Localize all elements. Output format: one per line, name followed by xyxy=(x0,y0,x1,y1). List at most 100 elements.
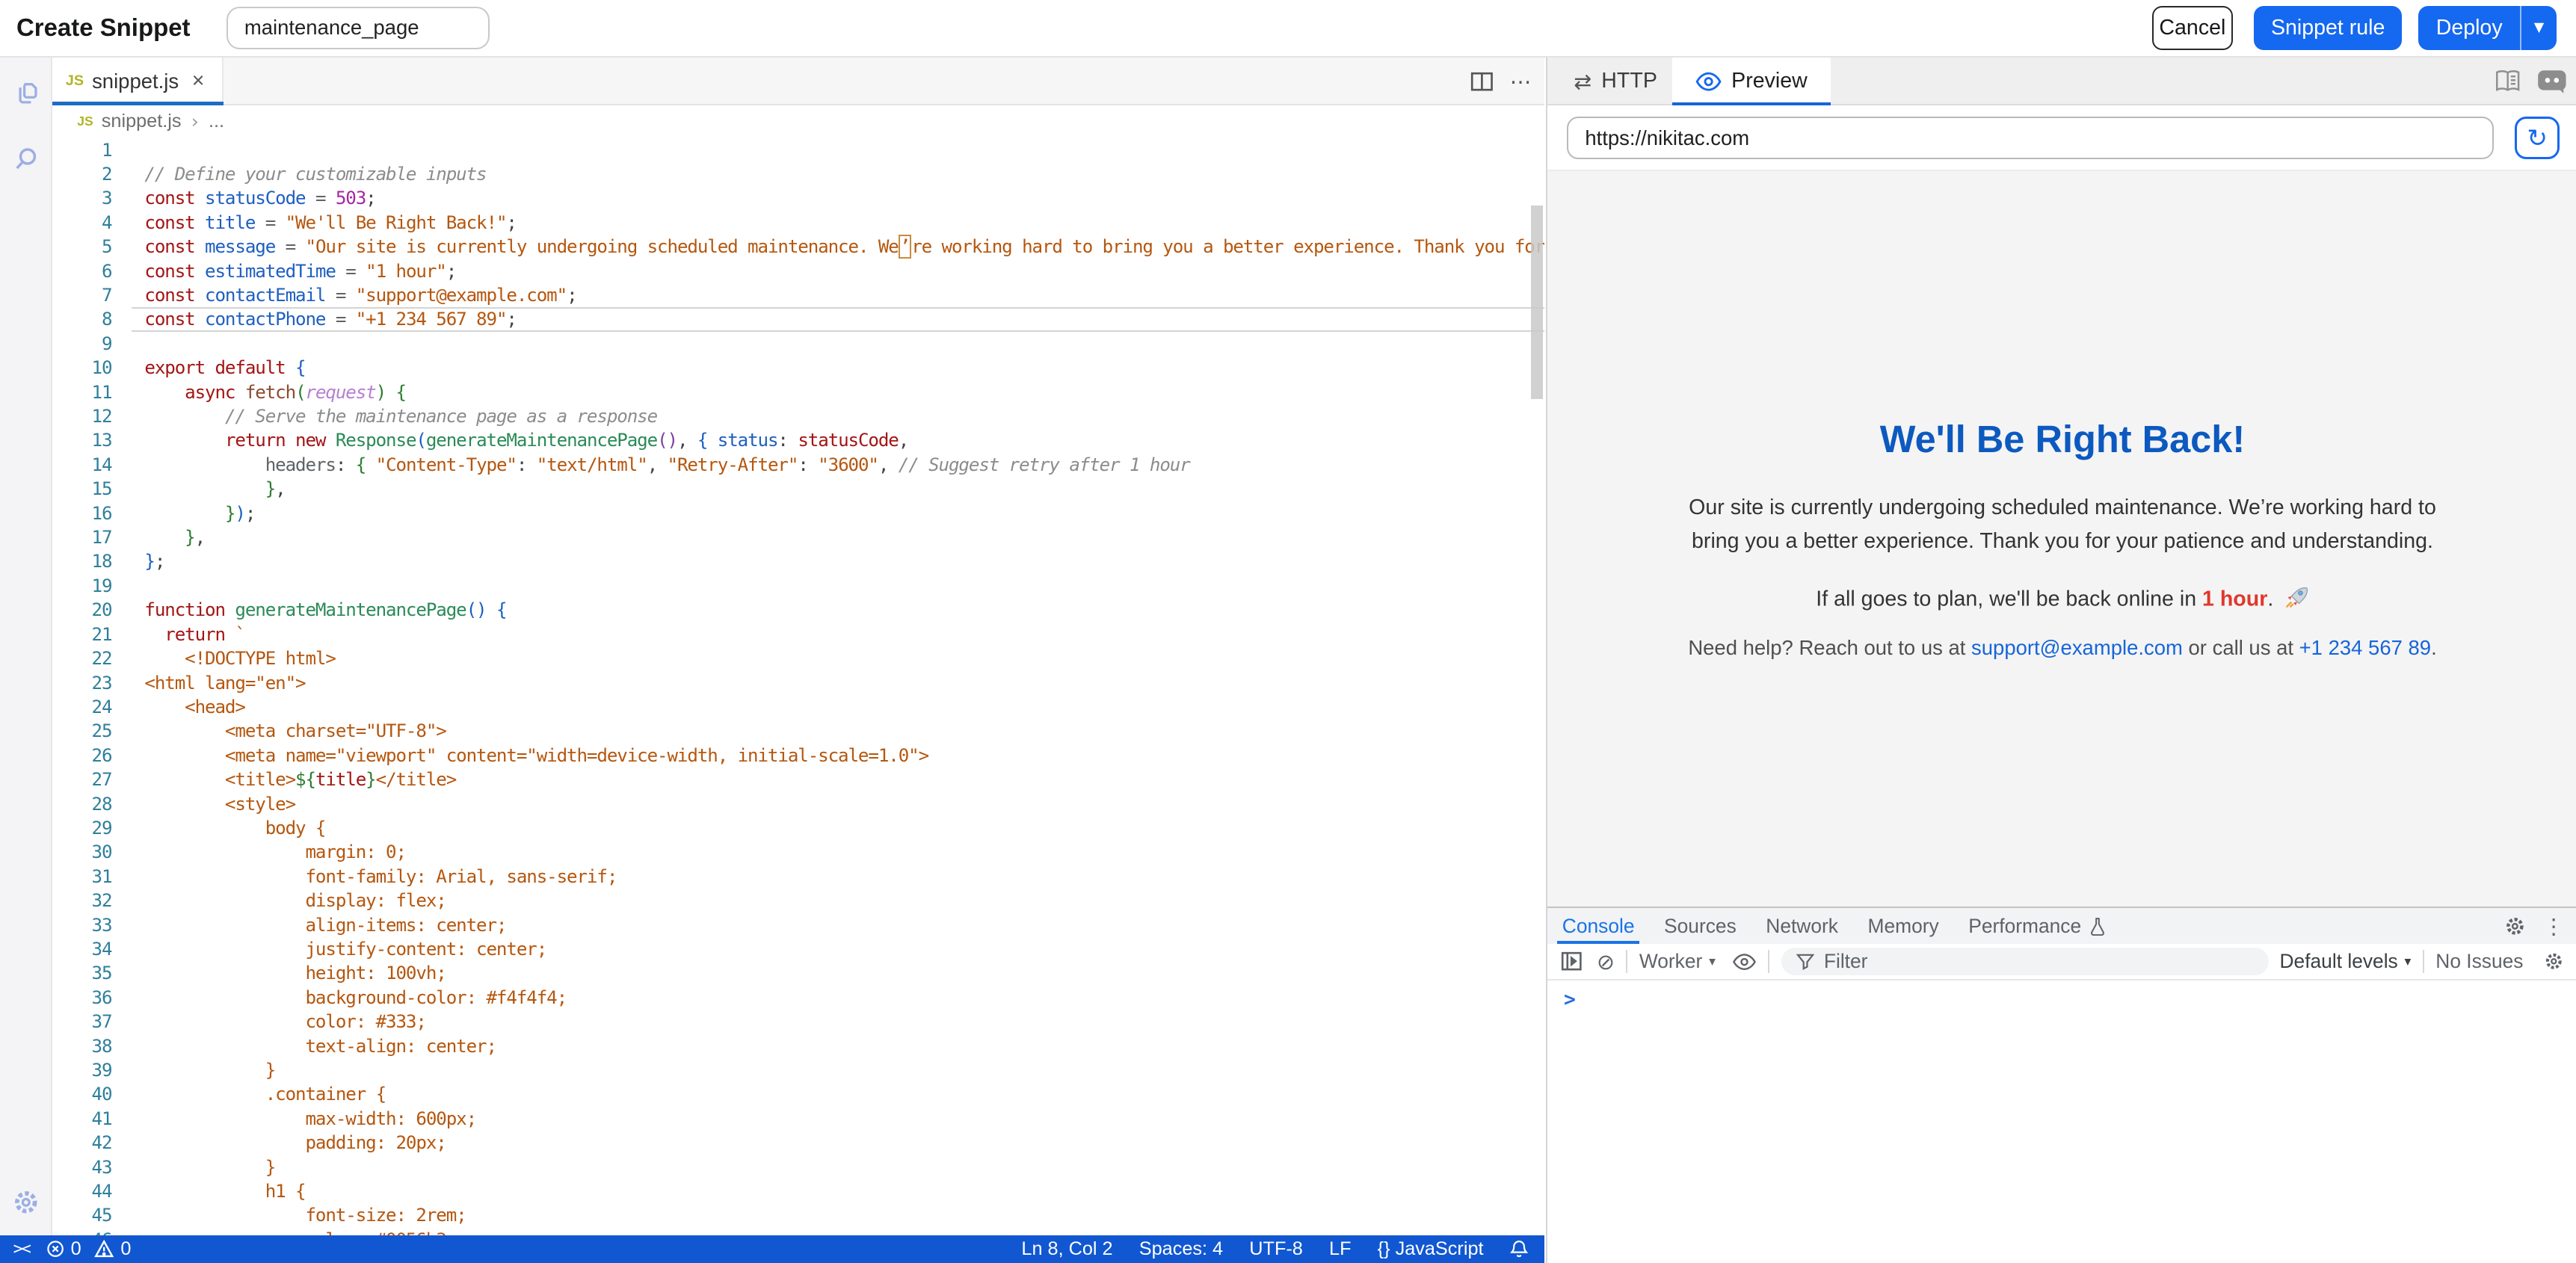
snippet-name-input[interactable] xyxy=(227,7,490,49)
eol-sequence[interactable]: LF xyxy=(1329,1238,1352,1260)
devtools-tab-console[interactable]: Console xyxy=(1547,908,1649,944)
code-editor[interactable]: 12// Define your customizable inputs3con… xyxy=(52,138,1544,1235)
code-line[interactable]: 36 background-color: #f4f4f4; xyxy=(52,986,1544,1010)
breadcrumb-symbol[interactable]: ... xyxy=(209,111,224,132)
breadcrumb-file[interactable]: snippet.js xyxy=(102,111,182,132)
code-line[interactable]: 30 margin: 0; xyxy=(52,840,1544,864)
code-line[interactable]: 5const message = "Our site is currently … xyxy=(52,235,1544,259)
code-line[interactable]: 25 <meta charset="UTF-8"> xyxy=(52,719,1544,743)
code-line[interactable]: 18}; xyxy=(52,549,1544,573)
code-line[interactable]: 41 max-width: 600px; xyxy=(52,1107,1544,1131)
code-line[interactable]: 44 h1 { xyxy=(52,1179,1544,1203)
code-line[interactable]: 21 return ` xyxy=(52,623,1544,646)
code-line[interactable]: 16 }); xyxy=(52,501,1544,525)
files-icon[interactable] xyxy=(11,78,41,108)
url-input[interactable] xyxy=(1567,117,2494,159)
code-line[interactable]: 35 height: 100vh; xyxy=(52,961,1544,985)
code-line[interactable]: 9 xyxy=(52,332,1544,356)
eye-icon xyxy=(1695,72,1722,91)
code-line[interactable]: 7const contactEmail = "support@example.c… xyxy=(52,283,1544,307)
close-tab-icon[interactable]: × xyxy=(192,70,205,92)
split-editor-icon[interactable] xyxy=(1470,72,1494,91)
docs-book-icon[interactable] xyxy=(2494,69,2521,93)
swap-arrows-icon: ⇄ xyxy=(1574,69,1591,94)
code-line[interactable]: 19 xyxy=(52,574,1544,598)
code-line[interactable]: 45 font-size: 2rem; xyxy=(52,1203,1544,1227)
devtools-tab-sources[interactable]: Sources xyxy=(1649,908,1751,944)
more-actions-icon[interactable]: ⋯ xyxy=(1510,69,1532,94)
code-line[interactable]: 23<html lang="en"> xyxy=(52,671,1544,695)
remote-indicator-icon[interactable]: >< xyxy=(13,1240,30,1259)
code-line[interactable]: 40 .container { xyxy=(52,1082,1544,1106)
code-line[interactable]: 3const statusCode = 503; xyxy=(52,186,1544,210)
tab-snippet-js[interactable]: JS snippet.js × xyxy=(52,58,224,105)
live-expression-eye-icon[interactable] xyxy=(1732,953,1757,971)
settings-gear-icon[interactable] xyxy=(11,1188,41,1217)
cancel-button[interactable]: Cancel xyxy=(2152,6,2233,50)
search-icon[interactable] xyxy=(11,144,41,174)
code-line[interactable]: 8const contactPhone = "+1 234 567 89"; xyxy=(52,307,1544,331)
code-line[interactable]: 24 <head> xyxy=(52,695,1544,719)
devtools-tab-memory[interactable]: Memory xyxy=(1853,908,1954,944)
code-line[interactable]: 38 text-align: center; xyxy=(52,1034,1544,1058)
cursor-position[interactable]: Ln 8, Col 2 xyxy=(1021,1238,1112,1260)
discord-icon[interactable] xyxy=(2536,68,2568,94)
breadcrumb[interactable]: JS snippet.js › ... xyxy=(52,105,1544,138)
notifications-bell-icon[interactable] xyxy=(1510,1239,1528,1259)
code-line[interactable]: 15 }, xyxy=(52,477,1544,501)
tab-preview[interactable]: Preview xyxy=(1672,58,1830,105)
code-line[interactable]: 26 <meta name="viewport" content="width=… xyxy=(52,744,1544,768)
code-line[interactable]: 13 return new Response(generateMaintenan… xyxy=(52,428,1544,452)
encoding[interactable]: UTF-8 xyxy=(1249,1238,1303,1260)
code-line[interactable]: 34 justify-content: center; xyxy=(52,937,1544,961)
code-line[interactable]: 42 padding: 20px; xyxy=(52,1131,1544,1155)
clear-console-icon[interactable]: ⊘ xyxy=(1597,949,1615,975)
code-line[interactable]: 4const title = "We'll Be Right Back!"; xyxy=(52,211,1544,235)
console-filter-input[interactable]: Filter xyxy=(1781,948,2270,975)
code-line[interactable]: 28 <style> xyxy=(52,792,1544,816)
code-line[interactable]: 39 } xyxy=(52,1058,1544,1082)
code-line[interactable]: 11 async fetch(request) { xyxy=(52,380,1544,404)
editor-scrollbar-thumb[interactable] xyxy=(1531,206,1542,399)
console-settings-gear-icon[interactable] xyxy=(2543,951,2565,972)
code-line[interactable]: 27 <title>${title}</title> xyxy=(52,768,1544,791)
tab-http[interactable]: ⇄ HTTP xyxy=(1550,58,1680,105)
snippet-rule-button[interactable]: Snippet rule xyxy=(2254,6,2402,50)
code-line[interactable]: 29 body { xyxy=(52,816,1544,840)
issues-counter[interactable]: No Issues xyxy=(2435,950,2523,973)
code-line[interactable]: 22 <!DOCTYPE html> xyxy=(52,646,1544,670)
code-line[interactable]: 33 align-items: center; xyxy=(52,913,1544,937)
code-line[interactable]: 1 xyxy=(52,138,1544,162)
indentation[interactable]: Spaces: 4 xyxy=(1139,1238,1223,1260)
code-line[interactable]: 37 color: #333; xyxy=(52,1010,1544,1034)
code-line[interactable]: 31 font-family: Arial, sans-serif; xyxy=(52,865,1544,889)
context-selector[interactable]: Worker▾ xyxy=(1639,950,1716,973)
devtools-tab-network[interactable]: Network xyxy=(1751,908,1853,944)
devtools-tab-performance[interactable]: Performance xyxy=(1953,908,2120,944)
language-mode[interactable]: {} JavaScript xyxy=(1378,1238,1484,1260)
phone-link[interactable]: +1 234 567 89 xyxy=(2299,636,2431,659)
code-line[interactable]: 43 } xyxy=(52,1155,1544,1179)
code-line[interactable]: 46 color: #0056b3; xyxy=(52,1228,1544,1235)
support-email-link[interactable]: support@example.com xyxy=(1971,636,2183,659)
console-output[interactable]: > xyxy=(1547,981,2576,1263)
devtools-settings-gear-icon[interactable] xyxy=(2503,915,2527,938)
console-prompt[interactable]: > xyxy=(1564,989,1576,1011)
code-line[interactable]: 14 headers: { "Content-Type": "text/html… xyxy=(52,453,1544,477)
code-line[interactable]: 20function generateMaintenancePage() { xyxy=(52,598,1544,622)
code-line[interactable]: 32 display: flex; xyxy=(52,889,1544,912)
tab-label: snippet.js xyxy=(92,70,179,93)
code-line[interactable]: 17 }, xyxy=(52,525,1544,549)
code-line[interactable]: 2// Define your customizable inputs xyxy=(52,162,1544,186)
code-line[interactable]: 10export default { xyxy=(52,356,1544,380)
devtools-menu-kebab-icon[interactable]: ⋮ xyxy=(2543,913,2565,939)
deploy-dropdown-caret[interactable]: ▼ xyxy=(2520,6,2556,50)
code-line[interactable]: 6const estimatedTime = "1 hour"; xyxy=(52,259,1544,283)
line-number: 10 xyxy=(52,356,111,380)
default-levels-dropdown[interactable]: Default levels▾ xyxy=(2280,950,2412,973)
problems-status[interactable]: 0 0 xyxy=(46,1238,132,1260)
console-sidebar-toggle-icon[interactable] xyxy=(1561,951,1583,971)
code-line[interactable]: 12 // Serve the maintenance page as a re… xyxy=(52,404,1544,428)
deploy-button[interactable]: Deploy xyxy=(2418,6,2520,50)
refresh-button[interactable]: ↻ xyxy=(2515,117,2559,159)
